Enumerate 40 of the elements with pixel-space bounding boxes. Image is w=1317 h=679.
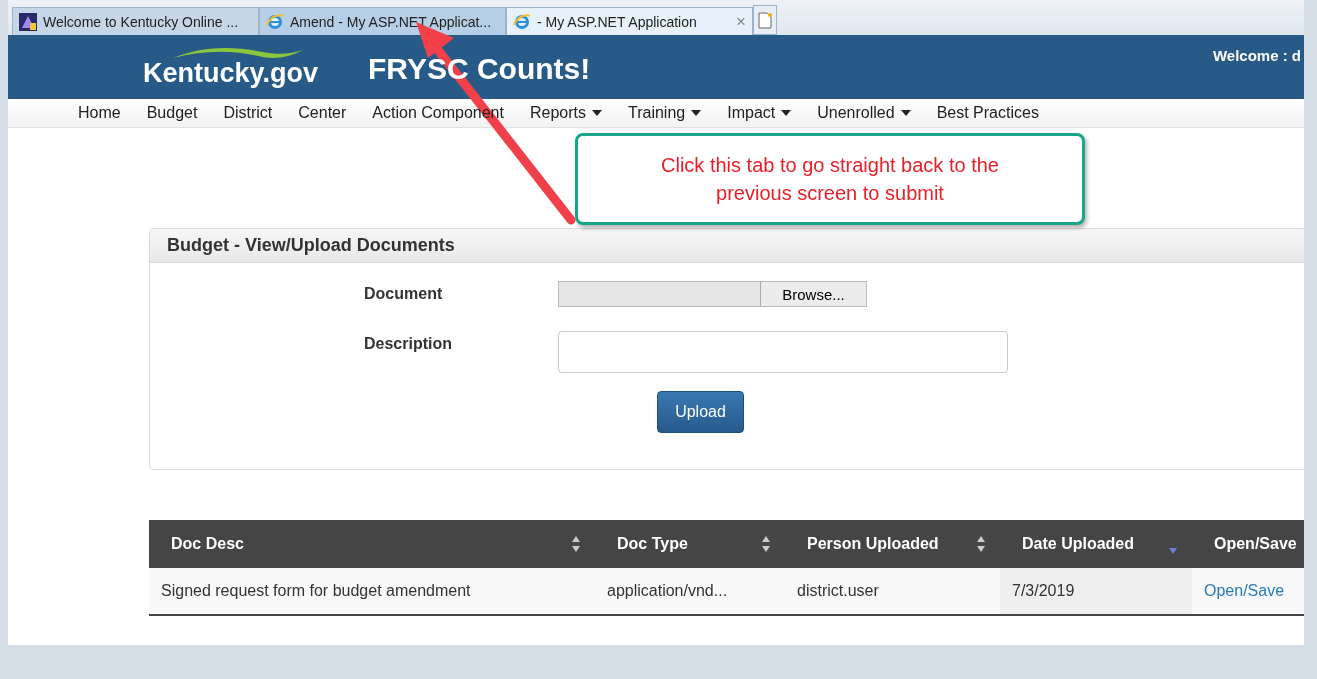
table-cell: district.user [797, 582, 879, 600]
column-header[interactable]: Doc Type [617, 535, 688, 553]
browser-tab[interactable]: Amend - My ASP.NET Applicat... [259, 7, 506, 35]
column-header[interactable]: Date Uploaded [1022, 535, 1134, 553]
globe-e-icon [513, 12, 531, 31]
column-header[interactable]: Person Uploaded [807, 535, 939, 553]
sort-icon[interactable] [976, 535, 986, 553]
logo-text: Kentucky.gov [143, 57, 319, 89]
new-page-icon [758, 11, 772, 29]
nav-link[interactable]: Center [290, 104, 365, 122]
nav-link[interactable]: Budget [138, 104, 216, 122]
globe-e-icon [266, 12, 284, 31]
browse-button[interactable]: Browse... [760, 282, 866, 306]
nav-link[interactable]: Home [70, 104, 139, 122]
column-header[interactable]: Doc Desc [171, 535, 244, 553]
welcome-text: Welcome : d [1212, 47, 1301, 64]
table-cell: application/vnd... [607, 582, 728, 600]
column-header[interactable]: Open/Save [1214, 535, 1297, 553]
open-save-link[interactable]: Open/Save [1204, 582, 1285, 600]
panel-title: Budget - View/Upload Documents [167, 235, 455, 256]
upload-button[interactable]: Upload [657, 391, 744, 433]
nav-link[interactable]: Impact [719, 104, 810, 122]
table-cell: 7/3/2019 [1012, 582, 1075, 600]
table-cell: Signed request form for budget amendment [161, 582, 471, 600]
sort-icon[interactable] [761, 535, 771, 553]
nav-link[interactable]: Training [620, 104, 720, 122]
sort-icon[interactable] [571, 535, 581, 553]
nav-link[interactable]: Best Practices [928, 104, 1057, 122]
callout-text: Click this tab to go straight back to the previous screen to submit [660, 153, 1000, 206]
description-field[interactable] [558, 331, 1008, 373]
field-label: Description [364, 334, 453, 354]
app-icon [19, 12, 37, 31]
browser-tab[interactable]: - My ASP.NET Application × [506, 7, 753, 35]
sort-descending-icon[interactable] [1168, 547, 1178, 555]
browser-tab[interactable]: Welcome to Kentucky Online ... [12, 7, 259, 35]
field-label: Document [364, 284, 444, 304]
file-field[interactable]: Browse... [558, 281, 867, 307]
nav-link[interactable]: Unenrolled [809, 104, 929, 122]
nav-link[interactable]: District [215, 104, 291, 122]
nav-link[interactable]: Reports [521, 104, 620, 122]
